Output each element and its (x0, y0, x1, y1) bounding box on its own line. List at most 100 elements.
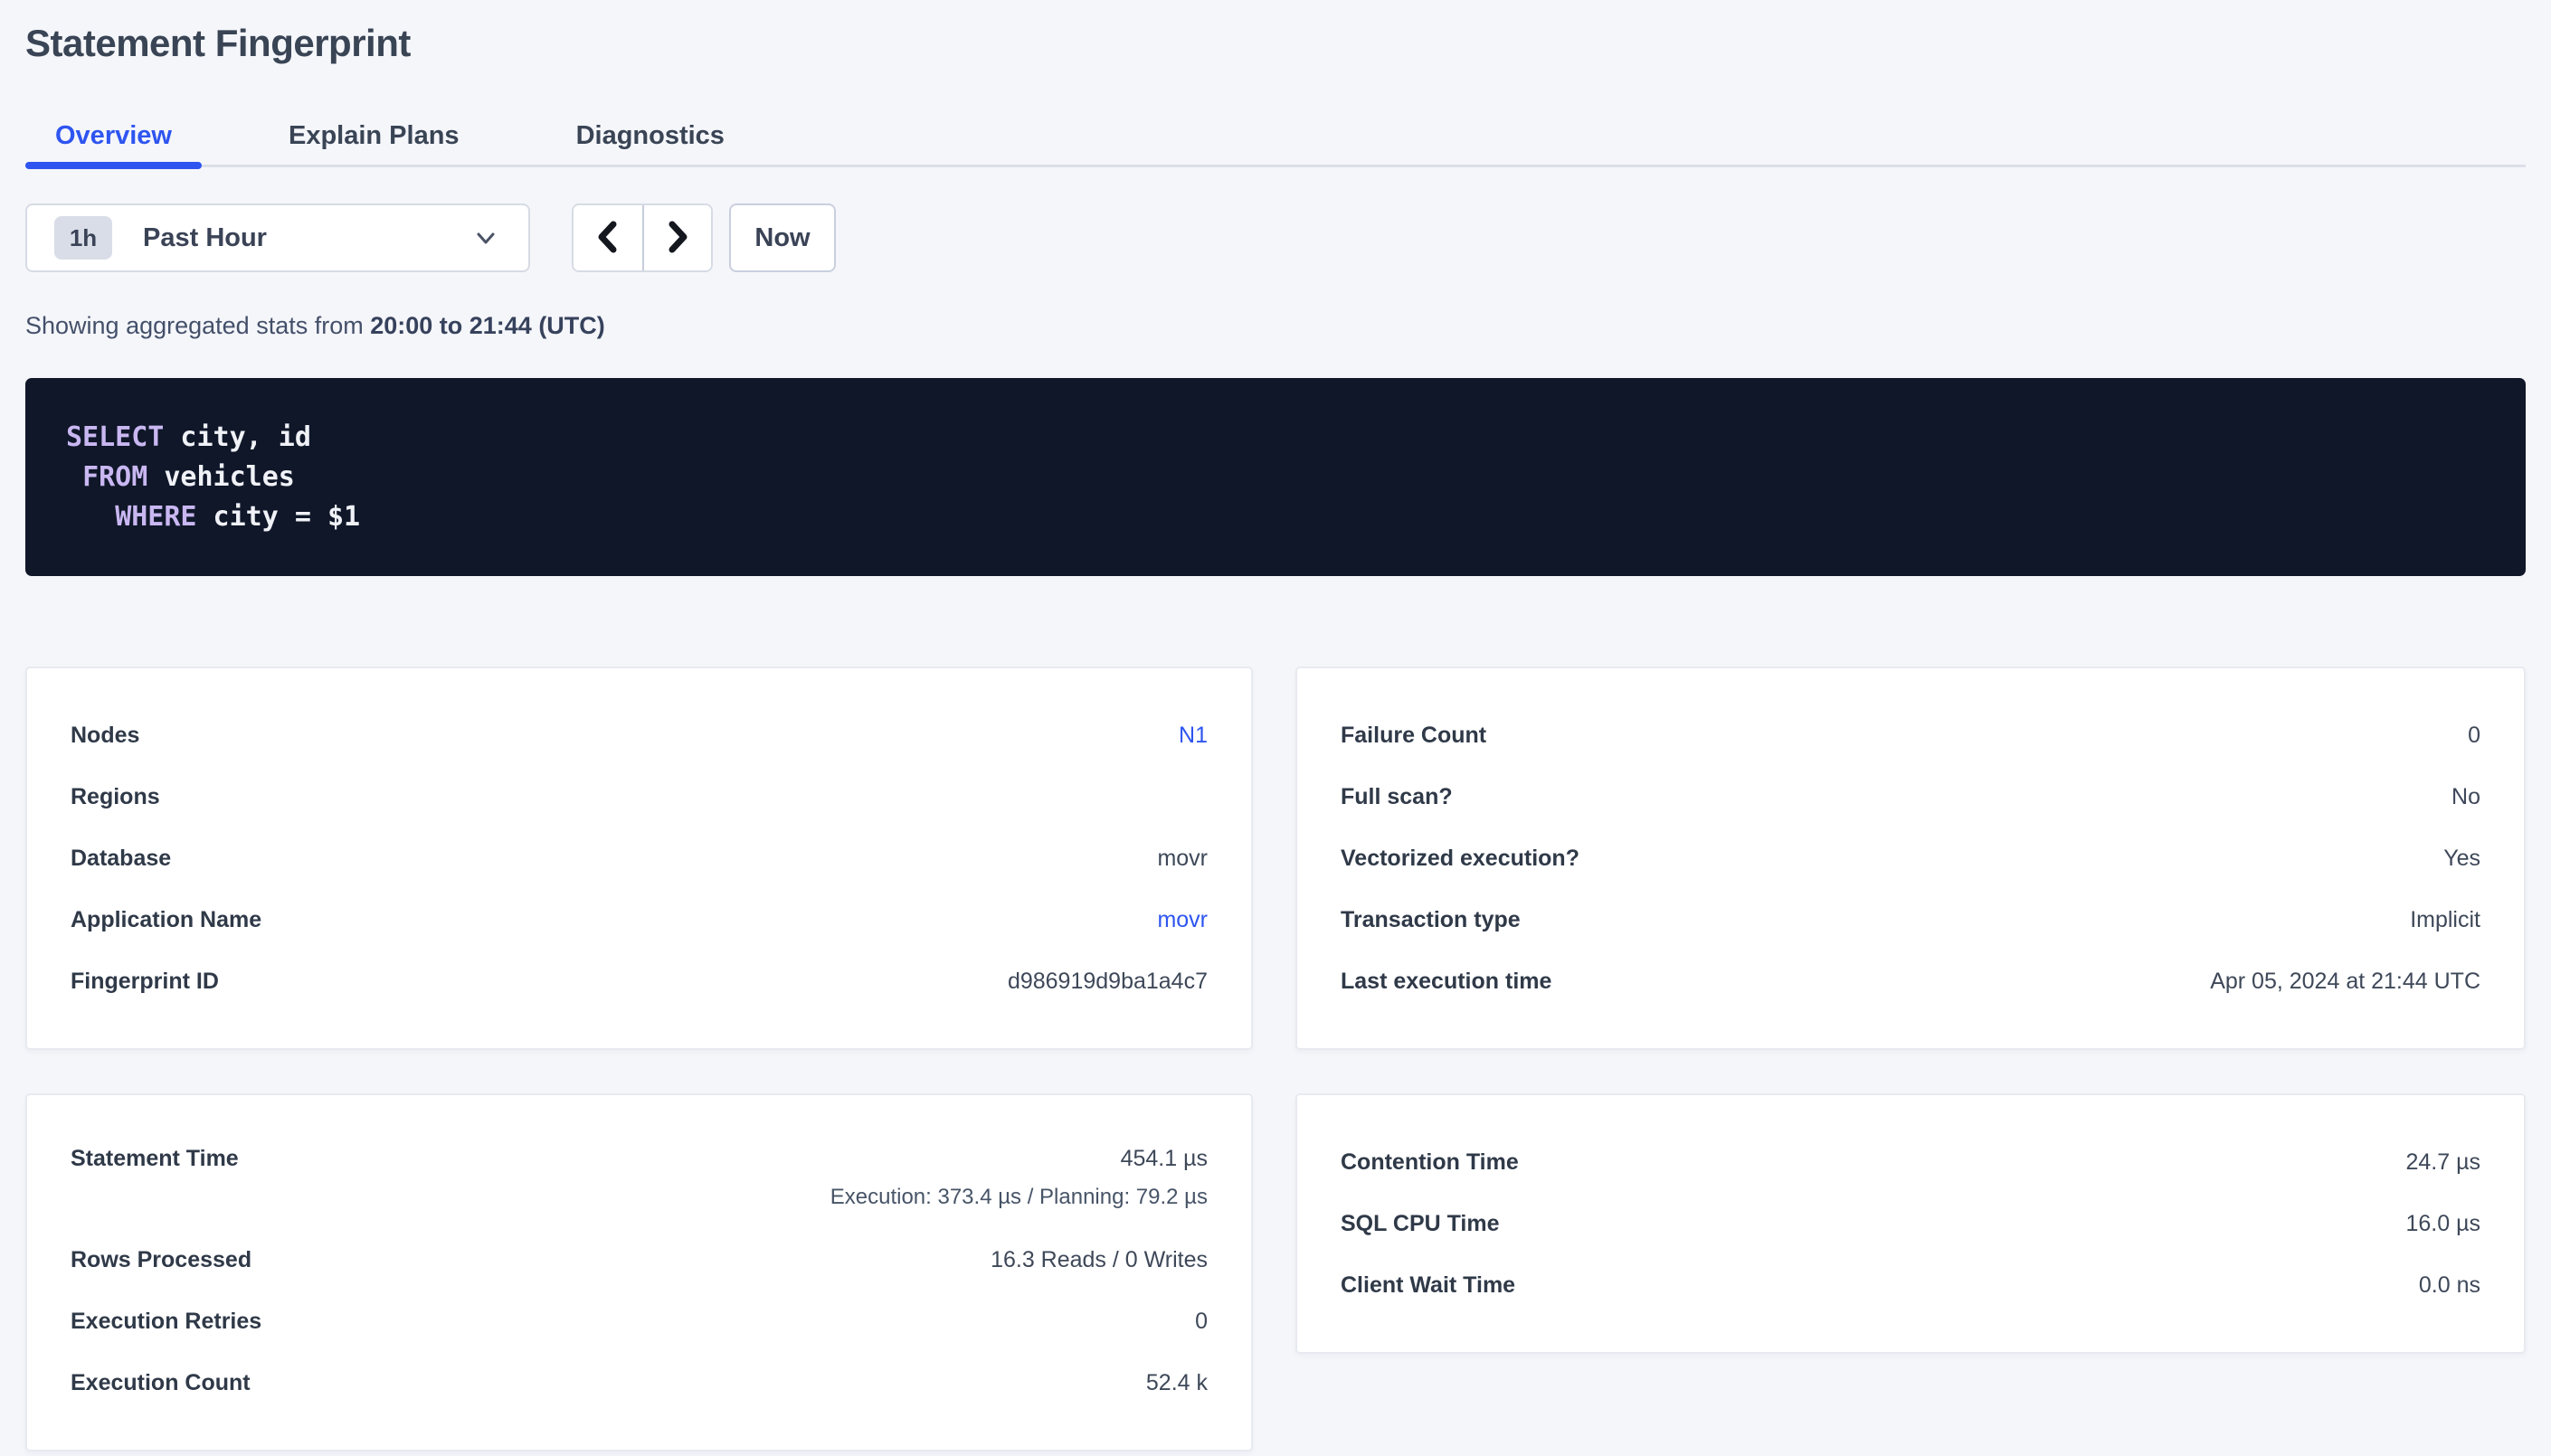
tab-bar: Overview Explain Plans Diagnostics (25, 107, 2526, 167)
kv-value: Yes (2443, 846, 2480, 872)
kv-label: Database (71, 846, 171, 872)
tab-explain-plans[interactable]: Explain Plans (259, 107, 489, 165)
kv-value-group: 24.7 µs (2405, 1149, 2480, 1176)
kv-value: 0.0 ns (2419, 1272, 2480, 1299)
kv-label: Last execution time (1341, 969, 1551, 995)
sql-text-segment (66, 461, 82, 493)
sql-statement-box: SELECT city, id FROM vehicles WHERE city… (25, 378, 2526, 576)
kv-value: 52.4 k (1146, 1370, 1208, 1396)
chevron-left-icon (590, 217, 626, 260)
wait-times-card: Contention Time 24.7 µs SQL CPU Time 16.0 µ… (1295, 1093, 2526, 1354)
kv-value-group: Yes (2443, 846, 2480, 872)
sql-text-segment (66, 501, 115, 533)
kv-value-group: movr (1157, 907, 1208, 933)
kv-value-group: 0.0 ns (2419, 1272, 2480, 1299)
kv-value: 24.7 µs (2405, 1149, 2480, 1176)
sql-statement-text: SELECT city, id FROM vehicles WHERE city… (66, 418, 2485, 537)
kv-row: Last execution time Apr 05, 2024 at 21:44… (1341, 950, 2480, 1012)
chevron-right-icon (659, 217, 696, 260)
kv-value: No (2451, 784, 2480, 810)
kv-value-group: No (2451, 784, 2480, 810)
kv-value: Implicit (2410, 907, 2480, 933)
kv-value: 16.3 Reads / 0 Writes (991, 1247, 1208, 1273)
kv-label: Failure Count (1341, 723, 1486, 749)
stats-line-range: 20:00 to 21:44 (UTC) (370, 312, 605, 339)
kv-value: 454.1 µs (1121, 1146, 1208, 1172)
sql-keyword: FROM (82, 461, 147, 493)
sql-keyword: WHERE (115, 501, 196, 533)
kv-label: Rows Processed (71, 1247, 251, 1273)
kv-label: Nodes (71, 723, 139, 749)
kv-value: 0 (2468, 723, 2480, 749)
kv-label: Vectorized execution? (1341, 846, 1579, 872)
kv-value-group: d986919d9ba1a4c7 (1008, 969, 1208, 995)
kv-row: Database movr (71, 827, 1208, 889)
kv-row: Transaction type Implicit (1341, 889, 2480, 950)
kv-row: Fingerprint ID d986919d9ba1a4c7 (71, 950, 1208, 1012)
kv-label: Application Name (71, 907, 261, 933)
summary-cards: NodesN1RegionsDatabasemovrApplication Na… (25, 667, 2526, 1451)
time-step-buttons (572, 203, 713, 272)
sql-text-segment: city = $1 (197, 501, 361, 533)
kv-value: 16.0 µs (2405, 1211, 2480, 1237)
kv-row: Full scan? No (1341, 766, 2480, 827)
kv-value-group: 16.0 µs (2405, 1211, 2480, 1237)
time-range-select[interactable]: 1h Past Hour (25, 203, 530, 272)
kv-row: Nodes N1 (71, 704, 1208, 766)
kv-value: 0 (1195, 1309, 1208, 1335)
kv-label: Execution Count (71, 1370, 251, 1396)
kv-row: SQL CPU Time 16.0 µs (1341, 1193, 2480, 1254)
sql-text-segment: vehicles (147, 461, 295, 493)
kv-label: Transaction type (1341, 907, 1521, 933)
aggregated-stats-line: Showing aggregated stats from 20:00 to 2… (25, 312, 2526, 340)
kv-value: Apr 05, 2024 at 21:44 UTC (2210, 969, 2480, 995)
next-time-range-button[interactable] (642, 205, 711, 270)
kv-row: Client Wait Time 0.0 ns (1341, 1254, 2480, 1316)
kv-value: movr (1157, 846, 1208, 872)
kv-row: Vectorized execution? Yes (1341, 827, 2480, 889)
statement-timings-card: Statement Time 454.1 µs Execution: 373.4 µ… (25, 1093, 1253, 1451)
kv-label: SQL CPU Time (1341, 1211, 1500, 1237)
chevron-down-icon (470, 222, 501, 253)
kv-value-group: 16.3 Reads / 0 Writes (991, 1247, 1208, 1273)
kv-subvalue: Execution: 373.4 µs / Planning: 79.2 µs (830, 1185, 1208, 1210)
kv-value-group: 454.1 µs Execution: 373.4 µs / Planning: … (830, 1146, 1208, 1210)
kv-label: Full scan? (1341, 784, 1453, 810)
time-range-badge: 1h (54, 216, 112, 260)
kv-value-group: movr (1157, 846, 1208, 872)
tab-diagnostics[interactable]: Diagnostics (546, 107, 754, 165)
kv-value-group: Apr 05, 2024 at 21:44 UTC (2210, 969, 2480, 995)
statement-fingerprint-page: Statement Fingerprint Overview Explain Pl… (0, 0, 2551, 1451)
kv-value-link[interactable]: N1 (1179, 723, 1208, 749)
kv-value-group: N1 (1179, 723, 1208, 749)
kv-label: Execution Retries (71, 1309, 261, 1335)
sql-keyword: SELECT (66, 421, 164, 453)
now-button[interactable]: Now (729, 203, 836, 272)
kv-value-group: Implicit (2410, 907, 2480, 933)
page-title: Statement Fingerprint (25, 22, 2526, 65)
stats-line-prefix: Showing aggregated stats from (25, 312, 370, 339)
kv-row: Statement Time 454.1 µs Execution: 373.4 µ… (71, 1131, 1208, 1229)
time-controls: 1h Past Hour Now (25, 203, 2526, 272)
execution-attributes-card: Failure Count 0 Full scan? No Vectorized exe… (1295, 667, 2526, 1050)
kv-value-group: 52.4 k (1146, 1370, 1208, 1396)
kv-value: d986919d9ba1a4c7 (1008, 969, 1208, 995)
kv-row: Regions (71, 766, 1208, 827)
kv-row: Failure Count 0 (1341, 704, 2480, 766)
kv-row: Contention Time 24.7 µs (1341, 1131, 2480, 1193)
kv-row: Execution Count 52.4 k (71, 1352, 1208, 1413)
kv-row: Execution Retries 0 (71, 1291, 1208, 1352)
time-range-label: Past Hour (143, 223, 267, 253)
tab-overview[interactable]: Overview (25, 107, 202, 165)
kv-label: Fingerprint ID (71, 969, 219, 995)
previous-time-range-button[interactable] (574, 205, 642, 270)
kv-label: Regions (71, 784, 160, 810)
kv-row: Application Name movr (71, 889, 1208, 950)
kv-row: Rows Processed 16.3 Reads / 0 Writes (71, 1229, 1208, 1291)
kv-value-link[interactable]: movr (1157, 907, 1208, 933)
kv-label: Contention Time (1341, 1149, 1519, 1176)
statement-details-card: NodesN1RegionsDatabasemovrApplication Na… (25, 667, 1253, 1050)
kv-label: Statement Time (71, 1146, 239, 1172)
kv-label: Client Wait Time (1341, 1272, 1515, 1299)
kv-value-group: 0 (1195, 1309, 1208, 1335)
